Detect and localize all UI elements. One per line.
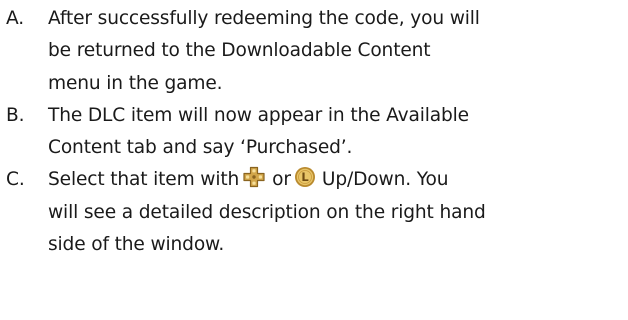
list-item-a: A. After successfully redeeming the code… <box>6 3 616 100</box>
list-marker-c: C. <box>6 169 25 191</box>
item-a-line-2: be returned to the Downloadable Content <box>48 40 431 62</box>
item-c-line-1: Select that item with or L Up/Down. You <box>48 164 616 196</box>
instruction-document: A. After successfully redeeming the code… <box>0 0 628 320</box>
item-a-line-3: menu in the game. <box>48 72 223 94</box>
item-c-text-or: or <box>272 169 291 191</box>
list-item-b-text: The DLC item will now appear in the Avai… <box>48 100 616 165</box>
item-b-line-2: Content tab and say ‘Purchased’. <box>48 137 353 159</box>
list-marker-a: A. <box>6 8 25 29</box>
list-marker-b: B. <box>6 104 25 126</box>
dpad-icon <box>242 166 266 188</box>
item-c-text-after-stick: Up/Down. You <box>321 169 449 191</box>
list-item-b: B. The DLC item will now appear in the A… <box>6 100 616 165</box>
list-item-c-text: Select that item with or L Up/Down. You … <box>48 164 616 261</box>
instruction-list: A. After successfully redeeming the code… <box>6 3 616 261</box>
item-a-line-1: After successfully redeeming the code, y… <box>48 8 480 29</box>
item-c-line-3: side of the window. <box>48 234 225 256</box>
left-stick-icon: L <box>294 166 316 188</box>
item-b-line-1: The DLC item will now appear in the Avai… <box>48 104 469 126</box>
list-item-a-text: After successfully redeeming the code, y… <box>48 3 616 100</box>
item-c-text-before-dpad: Select that item with <box>48 169 240 191</box>
left-stick-letter: L <box>301 171 309 185</box>
item-c-line-2: will see a detailed description on the r… <box>48 201 486 223</box>
list-item-c: C. Select that item with or L Up/Down. Y… <box>6 164 616 261</box>
